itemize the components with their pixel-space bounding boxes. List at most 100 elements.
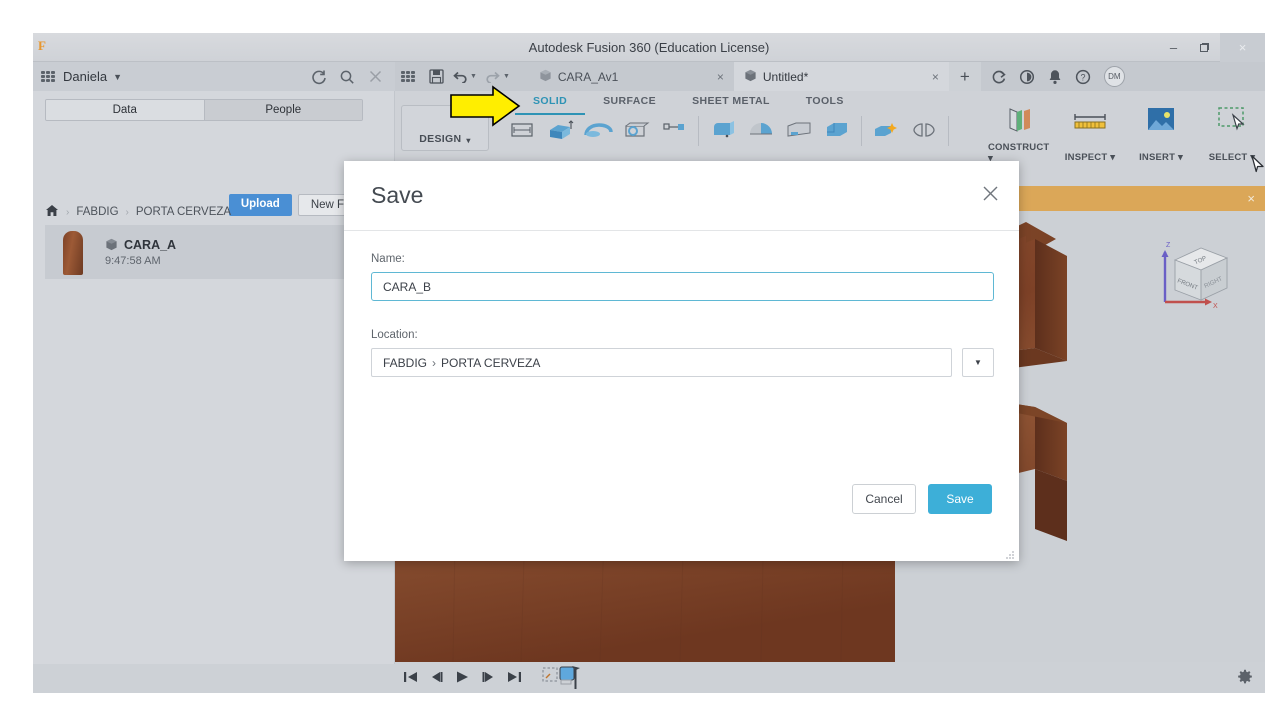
- breadcrumb-item-fabdig[interactable]: FABDIG: [76, 206, 118, 218]
- divider: [698, 116, 699, 146]
- file-thumbnail: [53, 228, 93, 276]
- save-button[interactable]: Save: [928, 484, 992, 514]
- annotation-arrow: [449, 85, 521, 132]
- ribbon-panel-construct[interactable]: CONSTRUCT ▾: [988, 105, 1050, 164]
- undo-chevron-down-icon[interactable]: ▼: [470, 73, 477, 80]
- pattern-icon[interactable]: [655, 111, 693, 151]
- grid-icon[interactable]: [41, 70, 55, 83]
- mirror-icon[interactable]: [905, 111, 943, 151]
- view-cube[interactable]: Z X TOP FRONT RIGHT: [1157, 236, 1233, 312]
- extrude-icon[interactable]: [541, 111, 579, 151]
- timeline-prev-button[interactable]: [429, 670, 444, 687]
- timeline-last-button[interactable]: [507, 670, 522, 687]
- user-name-label[interactable]: Daniela: [63, 69, 107, 84]
- chevron-down-icon: ▼: [974, 358, 982, 367]
- search-icon[interactable]: [335, 65, 359, 89]
- window-title: Autodesk Fusion 360 (Education License): [528, 40, 770, 55]
- location-separator: ›: [432, 355, 437, 370]
- minimize-button[interactable]: –: [1158, 33, 1189, 62]
- close-button[interactable]: ×: [1220, 33, 1265, 62]
- data-panel-tabs: Data People: [45, 99, 363, 121]
- modify-icon[interactable]: [867, 111, 905, 151]
- close-tab-icon[interactable]: ×: [932, 70, 939, 84]
- timeline-controls: [403, 664, 593, 693]
- chevron-down-icon[interactable]: ▼: [113, 72, 122, 82]
- mouse-cursor: [1251, 155, 1265, 180]
- close-icon[interactable]: ×: [1247, 191, 1255, 206]
- file-name-row: CARA_A: [105, 238, 176, 252]
- redo-chevron-down-icon[interactable]: ▼: [503, 73, 510, 80]
- data-panel: Daniela ▼ Data People Upload New Fol › F…: [33, 62, 395, 693]
- breadcrumb-item-porta-cerveza[interactable]: PORTA CERVEZA: [136, 206, 231, 218]
- svg-text:?: ?: [1081, 72, 1086, 82]
- location-input[interactable]: FABDIG › PORTA CERVEZA: [371, 348, 952, 377]
- grid-icon[interactable]: [401, 70, 415, 83]
- window-title-bar: F Autodesk Fusion 360 (Education License…: [33, 33, 1265, 62]
- save-icon[interactable]: [425, 66, 447, 88]
- data-panel-file-list: CARA_A 9:47:58 AM: [45, 225, 383, 279]
- close-panel-icon[interactable]: [363, 65, 387, 89]
- save-dialog-title: Save: [371, 182, 424, 208]
- ribbon-tool-icons: [503, 111, 954, 153]
- cancel-button[interactable]: Cancel: [852, 484, 916, 514]
- close-tab-icon[interactable]: ×: [717, 70, 724, 84]
- insert-label: INSERT ▾: [1139, 152, 1183, 163]
- construct-icon: [1002, 105, 1036, 142]
- name-label: Name:: [371, 253, 405, 265]
- home-icon[interactable]: [45, 204, 59, 220]
- tab-data[interactable]: Data: [46, 100, 204, 120]
- location-label: Location:: [371, 329, 418, 341]
- location-dropdown-button[interactable]: ▼: [962, 348, 994, 377]
- breadcrumb-separator-2: ›: [125, 206, 129, 218]
- draft-icon[interactable]: [780, 111, 818, 151]
- upload-button[interactable]: Upload: [228, 194, 292, 216]
- timeline-first-button[interactable]: [403, 670, 418, 687]
- refresh-icon[interactable]: [307, 65, 331, 89]
- ribbon-panel-inspect[interactable]: INSPECT ▾: [1059, 105, 1121, 163]
- timeline-bar: [33, 664, 1265, 693]
- settings-gear-icon[interactable]: [1237, 669, 1253, 689]
- cube-icon: [105, 238, 118, 251]
- workspace-label: DESIGN: [419, 133, 462, 145]
- document-tab-untitled[interactable]: Untitled* ×: [733, 62, 949, 91]
- restore-button[interactable]: [1189, 33, 1220, 62]
- select-icon: [1215, 105, 1249, 140]
- app-tab-icons: ? DM: [987, 64, 1132, 89]
- window-controls: – ×: [1158, 33, 1265, 62]
- close-icon[interactable]: [982, 185, 999, 208]
- document-tab-cara-av1[interactable]: CARA_Av1 ×: [528, 62, 734, 91]
- history-icon[interactable]: [1015, 64, 1040, 89]
- bell-icon[interactable]: [1043, 64, 1068, 89]
- file-name: CARA_A: [124, 237, 177, 252]
- avatar[interactable]: DM: [1103, 66, 1125, 87]
- new-tab-button[interactable]: +: [948, 62, 981, 91]
- cube-icon: [744, 69, 757, 85]
- fillet-icon[interactable]: [704, 111, 742, 151]
- file-timestamp: 9:47:58 AM: [105, 254, 161, 267]
- file-info: CARA_A 9:47:58 AM: [105, 238, 176, 267]
- timeline-feature-icons[interactable]: [541, 664, 593, 693]
- data-panel-actions: [307, 65, 395, 89]
- ribbon-panel-insert[interactable]: INSERT ▾: [1130, 105, 1192, 163]
- divider: [948, 116, 949, 146]
- chevron-down-icon: ▾: [466, 136, 471, 145]
- timeline-next-button[interactable]: [481, 670, 496, 687]
- sweep-icon[interactable]: [617, 111, 655, 151]
- combine-icon[interactable]: [818, 111, 856, 151]
- document-tab-label: CARA_Av1: [557, 69, 619, 84]
- data-panel-header: Daniela ▼: [33, 62, 395, 91]
- select-label: SELECT ▾: [1208, 152, 1255, 163]
- help-icon[interactable]: ?: [1071, 64, 1096, 89]
- inspect-icon: [1070, 105, 1110, 142]
- list-item[interactable]: CARA_A 9:47:58 AM: [45, 225, 383, 279]
- shell-icon[interactable]: [742, 111, 780, 151]
- name-input[interactable]: CARA_B: [371, 272, 994, 301]
- resize-handle[interactable]: [1005, 547, 1015, 559]
- revolve-icon[interactable]: [579, 111, 617, 151]
- cube-icon: [539, 69, 552, 85]
- refresh-icon[interactable]: [987, 64, 1012, 89]
- document-tab-label: Untitled*: [762, 69, 809, 84]
- tab-people[interactable]: People: [203, 100, 362, 120]
- svg-text:Z: Z: [1166, 242, 1171, 249]
- timeline-play-button[interactable]: [455, 670, 470, 687]
